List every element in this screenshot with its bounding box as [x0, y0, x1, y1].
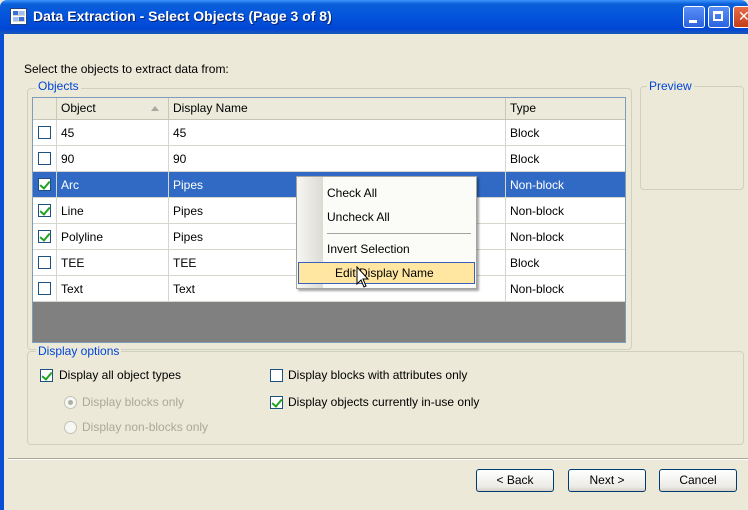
blocks-with-attributes-only-checkbox[interactable]: [270, 369, 283, 382]
row-checkbox-cell: [33, 198, 57, 224]
cell-object: Arc: [57, 172, 169, 198]
row-checkbox[interactable]: [38, 126, 51, 139]
blocks-with-attributes-only-label[interactable]: Display blocks with attributes only: [288, 368, 467, 382]
cell-type: Block: [506, 120, 625, 146]
menu-item-invert-selection[interactable]: Invert Selection: [327, 239, 410, 259]
cell-type: Block: [506, 146, 625, 172]
row-checkbox[interactable]: [38, 256, 51, 269]
table-row[interactable]: 90 90 Block: [33, 146, 625, 172]
menu-item-uncheck-all[interactable]: Uncheck All: [327, 207, 390, 227]
header-type-label: Type: [510, 101, 537, 115]
cell-type: Block: [506, 250, 625, 276]
row-checkbox[interactable]: [38, 282, 51, 295]
display-blocks-only-radio: [64, 396, 77, 409]
row-checkbox[interactable]: [38, 204, 51, 217]
instruction-text: Select the objects to extract data from:: [24, 62, 229, 76]
sort-ascending-icon: [151, 106, 159, 111]
header-checkbox-column[interactable]: [33, 98, 57, 119]
cell-type: Non-block: [506, 198, 625, 224]
cell-object: 90: [57, 146, 169, 172]
cancel-button[interactable]: Cancel: [659, 469, 737, 492]
display-blocks-only-label: Display blocks only: [82, 395, 185, 409]
row-checkbox-cell: [33, 120, 57, 146]
back-button[interactable]: < Back: [476, 469, 554, 492]
cell-object: TEE: [57, 250, 169, 276]
menu-separator: [327, 233, 471, 234]
row-checkbox[interactable]: [38, 178, 51, 191]
row-checkbox-cell: [33, 172, 57, 198]
preview-group-label: Preview: [647, 79, 694, 93]
cell-object: Text: [57, 276, 169, 302]
display-all-object-types-label[interactable]: Display all object types: [59, 368, 181, 382]
cell-type: Non-block: [506, 276, 625, 302]
table-row[interactable]: 45 45 Block: [33, 120, 625, 146]
header-display-name[interactable]: Display Name: [169, 98, 506, 119]
cell-object: Polyline: [57, 224, 169, 250]
cell-object: 45: [57, 120, 169, 146]
header-object-label: Object: [61, 101, 96, 115]
row-checkbox-cell: [33, 224, 57, 250]
display-non-blocks-only-radio: [64, 421, 77, 434]
cell-display-name[interactable]: 90: [169, 146, 506, 172]
title-bar[interactable]: Data Extraction - Select Objects (Page 3…: [0, 0, 748, 34]
cell-display-name[interactable]: 45: [169, 120, 506, 146]
menu-item-edit-display-name[interactable]: Edit Display Name: [335, 263, 434, 283]
window-left-border: [0, 34, 4, 510]
mouse-pointer-icon: [356, 266, 370, 288]
preview-group: [640, 86, 744, 190]
header-display-name-label: Display Name: [173, 101, 248, 115]
footer-separator: [8, 458, 748, 460]
context-menu: Check All Uncheck All Invert Selection E…: [296, 176, 477, 289]
header-object[interactable]: Object: [57, 98, 169, 119]
objects-in-use-only-checkbox[interactable]: [270, 396, 283, 409]
row-checkbox[interactable]: [38, 152, 51, 165]
display-all-object-types-checkbox[interactable]: [40, 369, 53, 382]
table-header: Object Display Name Type: [33, 98, 625, 120]
maximize-button[interactable]: [708, 6, 730, 28]
cell-type: Non-block: [506, 224, 625, 250]
data-extraction-app-icon: [10, 8, 27, 25]
header-type[interactable]: Type: [506, 98, 625, 119]
row-checkbox-cell: [33, 250, 57, 276]
close-icon: ✕: [738, 8, 748, 24]
minimize-button[interactable]: [683, 6, 705, 28]
objects-in-use-only-label[interactable]: Display objects currently in-use only: [288, 395, 479, 409]
next-button[interactable]: Next >: [568, 469, 646, 492]
display-options-label: Display options: [36, 344, 122, 358]
close-button[interactable]: ✕: [733, 6, 748, 28]
row-checkbox[interactable]: [38, 230, 51, 243]
row-checkbox-cell: [33, 276, 57, 302]
objects-group-label: Objects: [36, 79, 81, 93]
cell-object: Line: [57, 198, 169, 224]
display-non-blocks-only-label: Display non-blocks only: [82, 420, 209, 434]
window-title: Data Extraction - Select Objects (Page 3…: [33, 8, 332, 24]
cell-type: Non-block: [506, 172, 625, 198]
row-checkbox-cell: [33, 146, 57, 172]
menu-item-check-all[interactable]: Check All: [327, 183, 377, 203]
